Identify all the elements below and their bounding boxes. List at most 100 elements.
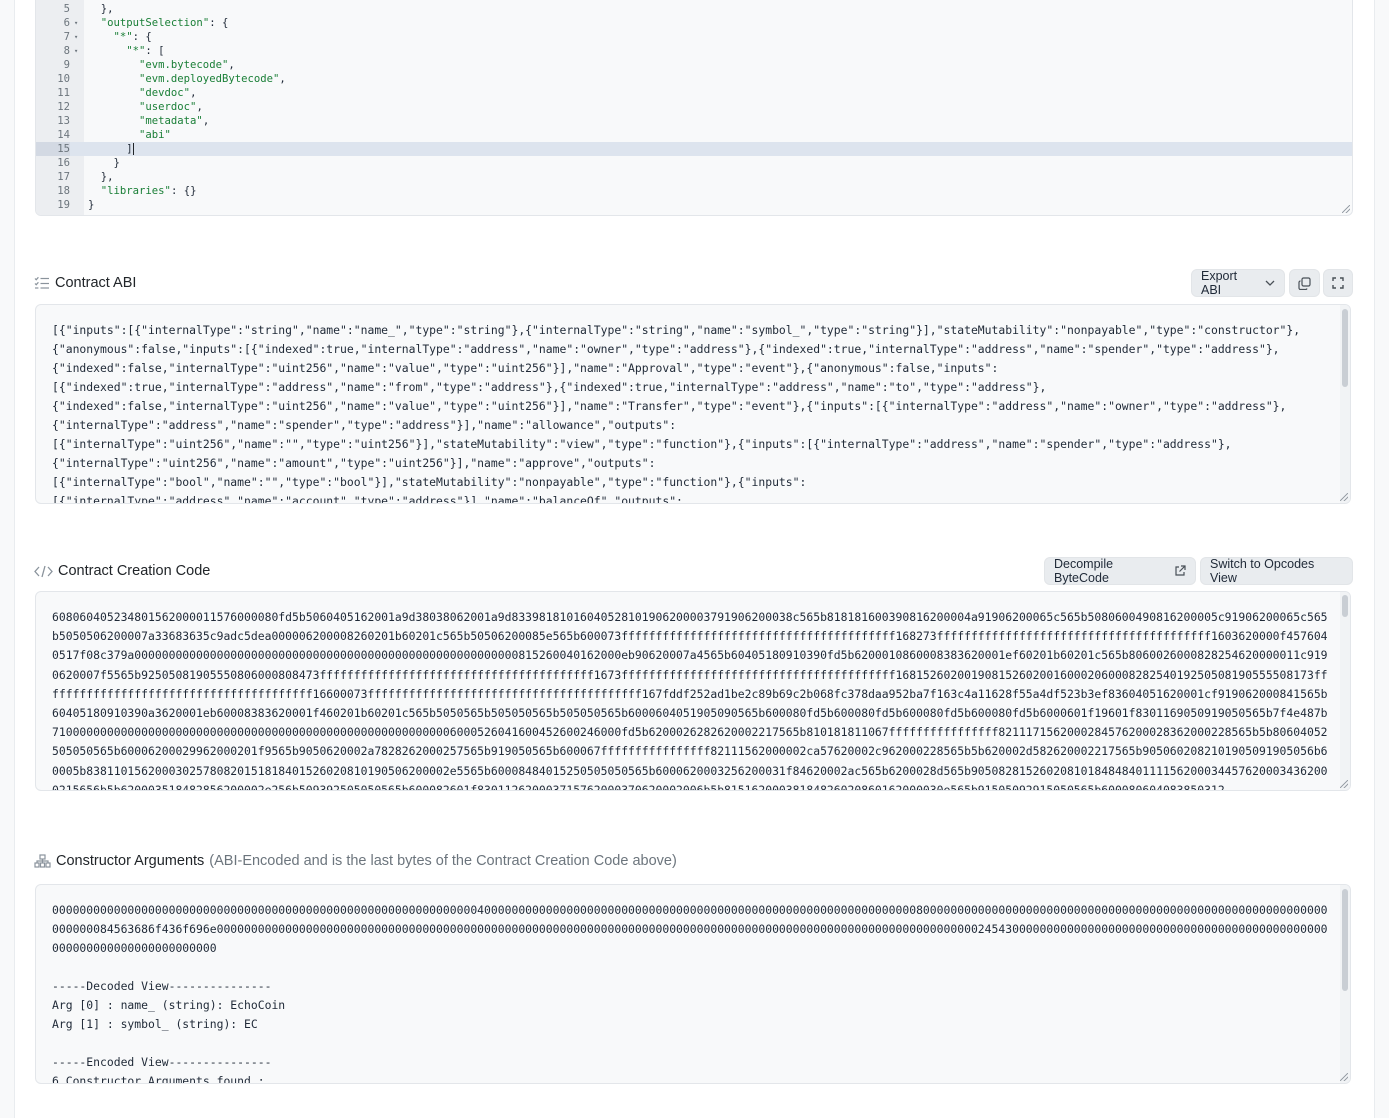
creation-scrollbar[interactable] xyxy=(1340,592,1350,790)
code-token: "userdoc" xyxy=(139,101,197,113)
code-token: "abi" xyxy=(139,129,171,141)
code-text: "evm.deployedBytecode", xyxy=(88,72,286,86)
line-number: 6 xyxy=(63,17,70,29)
creation-resize-handle[interactable] xyxy=(1340,780,1348,788)
constructor-resize-handle[interactable] xyxy=(1340,1073,1348,1081)
contract-abi-text: [{"inputs":[{"internalType":"string","na… xyxy=(52,323,1301,504)
code-text: "*": { xyxy=(88,30,152,44)
code-line[interactable]: 5 }, xyxy=(36,2,1352,16)
code-text: "abi" xyxy=(88,128,171,142)
constructor-scroll-thumb[interactable] xyxy=(1342,889,1348,991)
contract-abi-textarea[interactable]: [{"inputs":[{"internalType":"string","na… xyxy=(35,304,1351,504)
code-token: , xyxy=(190,87,197,99)
resize-handle[interactable] xyxy=(1342,205,1350,213)
copy-abi-button[interactable] xyxy=(1289,269,1320,297)
code-text: ] xyxy=(88,142,134,156)
code-token: , xyxy=(196,101,203,113)
copy-icon xyxy=(1298,276,1311,290)
code-line[interactable]: 9 "evm.bytecode", xyxy=(36,58,1352,72)
external-link-icon xyxy=(1174,565,1186,577)
list-icon xyxy=(34,276,50,290)
creation-code-header: Contract Creation Code xyxy=(34,563,210,579)
code-icon xyxy=(34,565,53,578)
code-token: }, xyxy=(88,171,114,183)
code-line[interactable]: 18 "libraries": {} xyxy=(36,184,1352,198)
decompile-bytecode-button[interactable]: Decompile ByteCode xyxy=(1044,557,1196,585)
code-token: }, xyxy=(88,3,114,15)
code-text: } xyxy=(88,156,120,170)
export-abi-label: Export ABI xyxy=(1201,269,1238,297)
constructor-args-textarea[interactable]: 0000000000000000000000000000000000000000… xyxy=(35,884,1351,1084)
code-text: "evm.bytecode", xyxy=(88,58,235,72)
creation-code-title: Contract Creation Code xyxy=(58,563,211,579)
code-line[interactable]: 6 ▾ "outputSelection": { xyxy=(36,16,1352,30)
line-number: 19 xyxy=(57,199,70,211)
code-line[interactable]: 8 ▾ "*": [ xyxy=(36,44,1352,58)
line-number: 9 xyxy=(63,59,70,71)
fold-toggle-icon[interactable]: ▾ xyxy=(74,30,78,44)
code-line[interactable]: 19} xyxy=(36,198,1352,212)
code-line[interactable]: 15 ] xyxy=(36,142,1352,156)
code-token: , xyxy=(202,115,210,127)
export-abi-button[interactable]: Export ABI xyxy=(1191,269,1285,297)
constructor-scrollbar[interactable] xyxy=(1340,885,1350,1083)
code-token: "runs": xyxy=(88,0,177,1)
code-line[interactable]: 12 "userdoc", xyxy=(36,100,1352,114)
code-line[interactable]: 17 }, xyxy=(36,170,1352,184)
text-cursor xyxy=(132,143,134,155)
code-text: "outputSelection": { xyxy=(88,16,229,30)
code-line[interactable]: 7 ▾ "*": { xyxy=(36,30,1352,44)
code-token: "*" xyxy=(126,45,146,57)
code-text: }, xyxy=(88,170,114,184)
code-token: "evm.bytecode" xyxy=(139,59,229,71)
code-token: "outputSelection" xyxy=(100,17,210,29)
line-number: 8 xyxy=(63,45,70,57)
line-number: 11 xyxy=(57,87,70,99)
code-token: : { xyxy=(209,17,229,29)
fullscreen-button[interactable] xyxy=(1323,269,1353,297)
opcodes-view-button[interactable]: Switch to Opcodes View xyxy=(1200,557,1353,585)
code-line[interactable]: 10 "evm.deployedBytecode", xyxy=(36,72,1352,86)
abi-scroll-thumb[interactable] xyxy=(1342,309,1348,387)
code-token: "*" xyxy=(113,31,133,43)
code-token: 200 xyxy=(177,0,196,1)
code-token: : [ xyxy=(145,45,165,57)
contract-abi-header: Contract ABI xyxy=(34,275,136,291)
line-number: 14 xyxy=(57,129,70,141)
code-token: ] xyxy=(88,143,133,155)
code-text: "*": [ xyxy=(88,44,165,58)
code-line[interactable]: 11 "devdoc", xyxy=(36,86,1352,100)
code-token: "devdoc" xyxy=(139,87,191,99)
code-line[interactable]: 13 "metadata", xyxy=(36,114,1352,128)
code-text: "metadata", xyxy=(88,114,209,128)
creation-scroll-thumb[interactable] xyxy=(1342,595,1348,617)
fold-toggle-icon[interactable]: ▾ xyxy=(74,16,78,30)
abi-scrollbar[interactable] xyxy=(1340,305,1350,503)
constructor-args-text: 0000000000000000000000000000000000000000… xyxy=(52,903,1328,1084)
line-number: 13 xyxy=(57,115,70,127)
code-token: "metadata" xyxy=(139,115,203,127)
opcodes-view-label: Switch to Opcodes View xyxy=(1210,557,1315,585)
constructor-args-title: Constructor Arguments xyxy=(56,853,205,869)
code-text: }, xyxy=(88,2,114,16)
code-token: , xyxy=(279,73,286,85)
sitemap-icon xyxy=(34,854,51,868)
code-line[interactable]: 16 } xyxy=(36,156,1352,170)
code-token: "libraries" xyxy=(100,185,171,197)
chevron-down-icon xyxy=(1265,280,1275,286)
creation-code-textarea[interactable]: 608060405234801562000011576000080fd5b506… xyxy=(35,591,1351,791)
constructor-args-subtitle: (ABI-Encoded and is the last bytes of th… xyxy=(209,853,677,869)
code-line[interactable]: 14 "abi" xyxy=(36,128,1352,142)
abi-resize-handle[interactable] xyxy=(1340,493,1348,501)
fold-toggle-icon[interactable]: ▾ xyxy=(74,44,78,58)
line-number: 17 xyxy=(57,171,70,183)
compiler-settings-editor[interactable]: 4 "runs": 2005 },6▾ "outputSelection": {… xyxy=(35,0,1353,216)
code-text: } xyxy=(88,198,94,212)
